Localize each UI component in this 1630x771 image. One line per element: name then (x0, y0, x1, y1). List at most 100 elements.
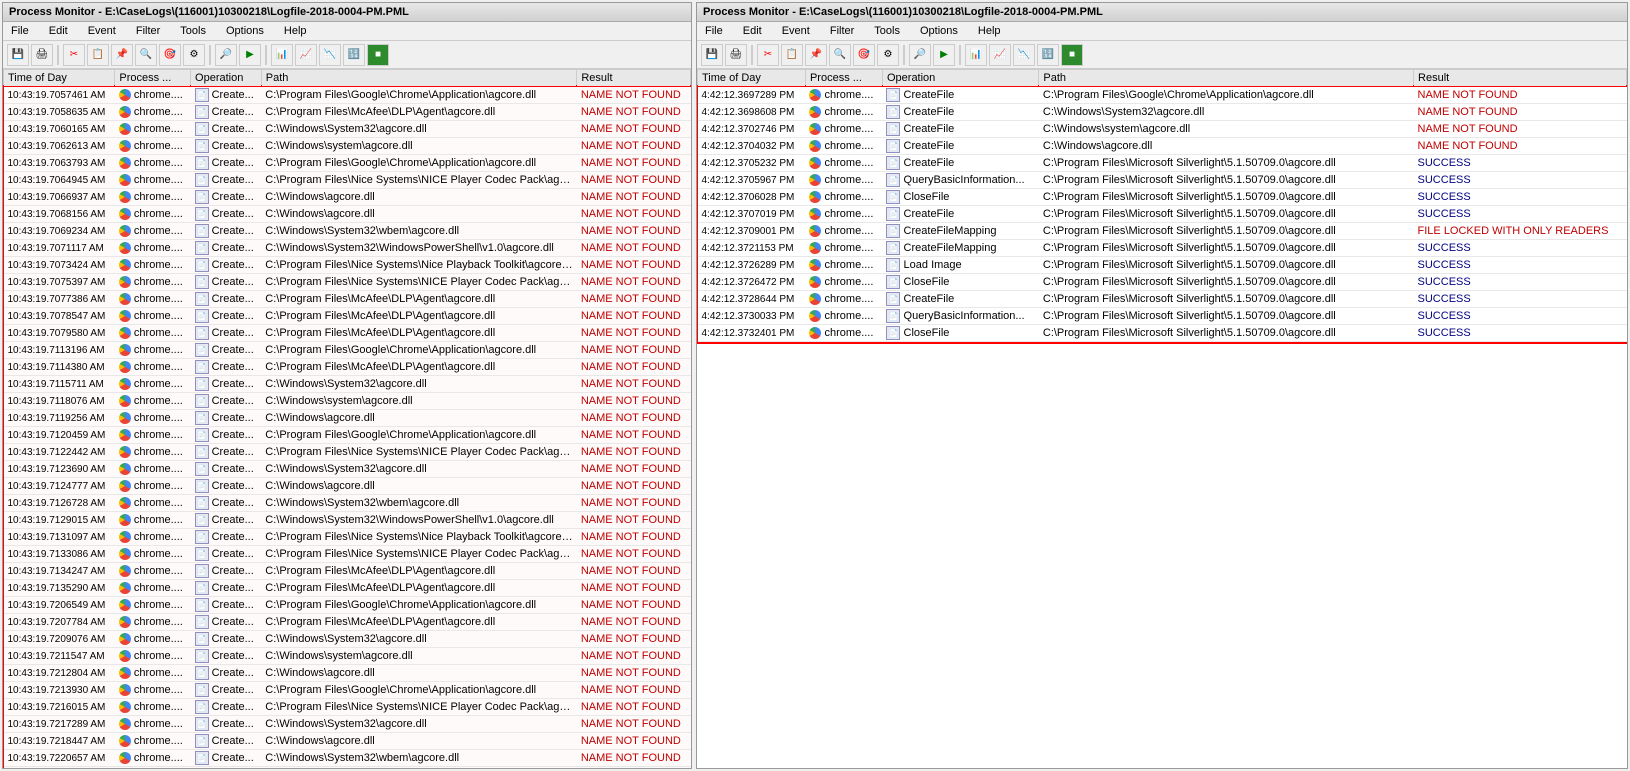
toolbar-btn-4[interactable]: 📋 (87, 44, 109, 66)
table-row[interactable]: 10:43:19.7073424 AM chrome.... 📄 Create.… (4, 257, 691, 274)
right-toolbar-btn-2[interactable]: 🖨 (725, 44, 747, 66)
table-row[interactable]: 10:43:19.7209076 AM chrome.... 📄 Create.… (4, 631, 691, 648)
left-menu-help[interactable]: Help (280, 24, 311, 38)
table-row[interactable]: 10:43:19.7079580 AM chrome.... 📄 Create.… (4, 325, 691, 342)
left-menu-file[interactable]: File (7, 24, 33, 38)
toolbar-btn-14[interactable]: 🔢 (343, 44, 365, 66)
toolbar-btn-10[interactable]: ▶ (239, 44, 261, 66)
toolbar-btn-12[interactable]: 📈 (295, 44, 317, 66)
table-row[interactable]: 10:43:19.7113196 AM chrome.... 📄 Create.… (4, 342, 691, 359)
right-toolbar-btn-10[interactable]: ▶ (933, 44, 955, 66)
right-col-path[interactable]: Path (1039, 70, 1414, 87)
table-row[interactable]: 10:43:19.7078547 AM chrome.... 📄 Create.… (4, 308, 691, 325)
table-row[interactable]: 10:43:19.7217289 AM chrome.... 📄 Create.… (4, 716, 691, 733)
table-row[interactable]: 10:43:19.7220657 AM chrome.... 📄 Create.… (4, 750, 691, 767)
table-row[interactable]: 4:42:12.3721153 PM chrome.... 📄 CreateFi… (698, 240, 1627, 257)
table-row[interactable]: 10:43:19.7068156 AM chrome.... 📄 Create.… (4, 206, 691, 223)
table-row[interactable]: 10:43:19.7064945 AM chrome.... 📄 Create.… (4, 172, 691, 189)
table-row[interactable]: 10:43:19.7071117 AM chrome.... 📄 Create.… (4, 240, 691, 257)
table-row[interactable]: 10:43:19.7126728 AM chrome.... 📄 Create.… (4, 495, 691, 512)
table-row[interactable]: 10:43:19.7069234 AM chrome.... 📄 Create.… (4, 223, 691, 240)
table-row[interactable]: 10:43:19.7062613 AM chrome.... 📄 Create.… (4, 138, 691, 155)
toolbar-btn-5[interactable]: 📌 (111, 44, 133, 66)
table-row[interactable]: 10:43:19.7135290 AM chrome.... 📄 Create.… (4, 580, 691, 597)
left-menu-event[interactable]: Event (84, 24, 120, 38)
table-row[interactable]: 10:43:19.7057461 AM chrome.... 📄 Create.… (4, 87, 691, 104)
right-toolbar-btn-14[interactable]: 🔢 (1037, 44, 1059, 66)
toolbar-btn-9[interactable]: 🔎 (215, 44, 237, 66)
table-row[interactable]: 4:42:12.3707019 PM chrome.... 📄 CreateFi… (698, 206, 1627, 223)
table-row[interactable]: 10:43:19.7124777 AM chrome.... 📄 Create.… (4, 478, 691, 495)
right-col-operation[interactable]: Operation (882, 70, 1038, 87)
right-menu-filter[interactable]: Filter (826, 24, 858, 38)
right-toolbar-btn-3[interactable]: ✂ (757, 44, 779, 66)
table-row[interactable]: 10:43:19.7206549 AM chrome.... 📄 Create.… (4, 597, 691, 614)
right-col-result[interactable]: Result (1414, 70, 1627, 87)
table-row[interactable]: 10:43:19.7075397 AM chrome.... 📄 Create.… (4, 274, 691, 291)
table-row[interactable]: 4:42:12.3706028 PM chrome.... 📄 CloseFil… (698, 189, 1627, 206)
table-row[interactable]: 10:43:19.7223099 AM chrome.... 📄 Create.… (4, 767, 691, 769)
right-col-time[interactable]: Time of Day (698, 70, 806, 87)
col-result[interactable]: Result (577, 70, 691, 87)
right-menu-tools[interactable]: Tools (870, 24, 904, 38)
table-row[interactable]: 4:42:12.3702746 PM chrome.... 📄 CreateFi… (698, 121, 1627, 138)
right-toolbar-btn-12[interactable]: 📈 (989, 44, 1011, 66)
table-row[interactable]: 10:43:19.7133086 AM chrome.... 📄 Create.… (4, 546, 691, 563)
toolbar-btn-15[interactable]: ■ (367, 44, 389, 66)
table-row[interactable]: 4:42:12.3697289 PM chrome.... 📄 CreateFi… (698, 87, 1627, 104)
table-row[interactable]: 4:42:12.3726289 PM chrome.... 📄 Load Ima… (698, 257, 1627, 274)
table-row[interactable]: 10:43:19.7123690 AM chrome.... 📄 Create.… (4, 461, 691, 478)
table-row[interactable]: 10:43:19.7218447 AM chrome.... 📄 Create.… (4, 733, 691, 750)
table-row[interactable]: 4:42:12.3698608 PM chrome.... 📄 CreateFi… (698, 104, 1627, 121)
table-row[interactable]: 10:43:19.7077386 AM chrome.... 📄 Create.… (4, 291, 691, 308)
toolbar-btn-11[interactable]: 📊 (271, 44, 293, 66)
col-process[interactable]: Process ... (115, 70, 191, 87)
right-col-process[interactable]: Process ... (805, 70, 882, 87)
right-toolbar-btn-9[interactable]: 🔎 (909, 44, 931, 66)
table-row[interactable]: 10:43:19.7063793 AM chrome.... 📄 Create.… (4, 155, 691, 172)
right-toolbar-btn-7[interactable]: 🎯 (853, 44, 875, 66)
table-row[interactable]: 4:42:12.3730033 PM chrome.... 📄 QueryBas… (698, 308, 1627, 325)
toolbar-btn-13[interactable]: 📉 (319, 44, 341, 66)
right-toolbar-btn-13[interactable]: 📉 (1013, 44, 1035, 66)
table-row[interactable]: 10:43:19.7115711 AM chrome.... 📄 Create.… (4, 376, 691, 393)
right-toolbar-btn-1[interactable]: 💾 (701, 44, 723, 66)
right-toolbar-btn-15[interactable]: ■ (1061, 44, 1083, 66)
right-menu-file[interactable]: File (701, 24, 727, 38)
left-menu-filter[interactable]: Filter (132, 24, 164, 38)
table-row[interactable]: 4:42:12.3705232 PM chrome.... 📄 CreateFi… (698, 155, 1627, 172)
table-row[interactable]: 10:43:19.7213930 AM chrome.... 📄 Create.… (4, 682, 691, 699)
col-operation[interactable]: Operation (191, 70, 262, 87)
right-toolbar-btn-6[interactable]: 🔍 (829, 44, 851, 66)
table-row[interactable]: 4:42:12.3728644 PM chrome.... 📄 CreateFi… (698, 291, 1627, 308)
table-row[interactable]: 10:43:19.7120459 AM chrome.... 📄 Create.… (4, 427, 691, 444)
right-menu-options[interactable]: Options (916, 24, 962, 38)
table-row[interactable]: 10:43:19.7122442 AM chrome.... 📄 Create.… (4, 444, 691, 461)
table-row[interactable]: 10:43:19.7211547 AM chrome.... 📄 Create.… (4, 648, 691, 665)
table-row[interactable]: 4:42:12.3704032 PM chrome.... 📄 CreateFi… (698, 138, 1627, 155)
table-row[interactable]: 4:42:12.3709001 PM chrome.... 📄 CreateFi… (698, 223, 1627, 240)
table-row[interactable]: 10:43:19.7058635 AM chrome.... 📄 Create.… (4, 104, 691, 121)
left-menu-tools[interactable]: Tools (176, 24, 210, 38)
left-menu-edit[interactable]: Edit (45, 24, 72, 38)
toolbar-btn-2[interactable]: 🖨 (31, 44, 53, 66)
table-row[interactable]: 10:43:19.7216015 AM chrome.... 📄 Create.… (4, 699, 691, 716)
right-toolbar-btn-8[interactable]: ⚙ (877, 44, 899, 66)
table-row[interactable]: 10:43:19.7212804 AM chrome.... 📄 Create.… (4, 665, 691, 682)
table-row[interactable]: 10:43:19.7207784 AM chrome.... 📄 Create.… (4, 614, 691, 631)
right-toolbar-btn-4[interactable]: 📋 (781, 44, 803, 66)
table-row[interactable]: 10:43:19.7118076 AM chrome.... 📄 Create.… (4, 393, 691, 410)
toolbar-btn-1[interactable]: 💾 (7, 44, 29, 66)
table-row[interactable]: 10:43:19.7114380 AM chrome.... 📄 Create.… (4, 359, 691, 376)
col-time-of-day[interactable]: Time of Day (4, 70, 115, 87)
table-row[interactable]: 10:43:19.7134247 AM chrome.... 📄 Create.… (4, 563, 691, 580)
table-row[interactable]: 4:42:12.3732401 PM chrome.... 📄 CloseFil… (698, 325, 1627, 342)
toolbar-btn-8[interactable]: ⚙ (183, 44, 205, 66)
left-menu-options[interactable]: Options (222, 24, 268, 38)
right-menu-event[interactable]: Event (778, 24, 814, 38)
toolbar-btn-6[interactable]: 🔍 (135, 44, 157, 66)
table-row[interactable]: 10:43:19.7129015 AM chrome.... 📄 Create.… (4, 512, 691, 529)
toolbar-btn-7[interactable]: 🎯 (159, 44, 181, 66)
right-toolbar-btn-11[interactable]: 📊 (965, 44, 987, 66)
table-row[interactable]: 10:43:19.7131097 AM chrome.... 📄 Create.… (4, 529, 691, 546)
